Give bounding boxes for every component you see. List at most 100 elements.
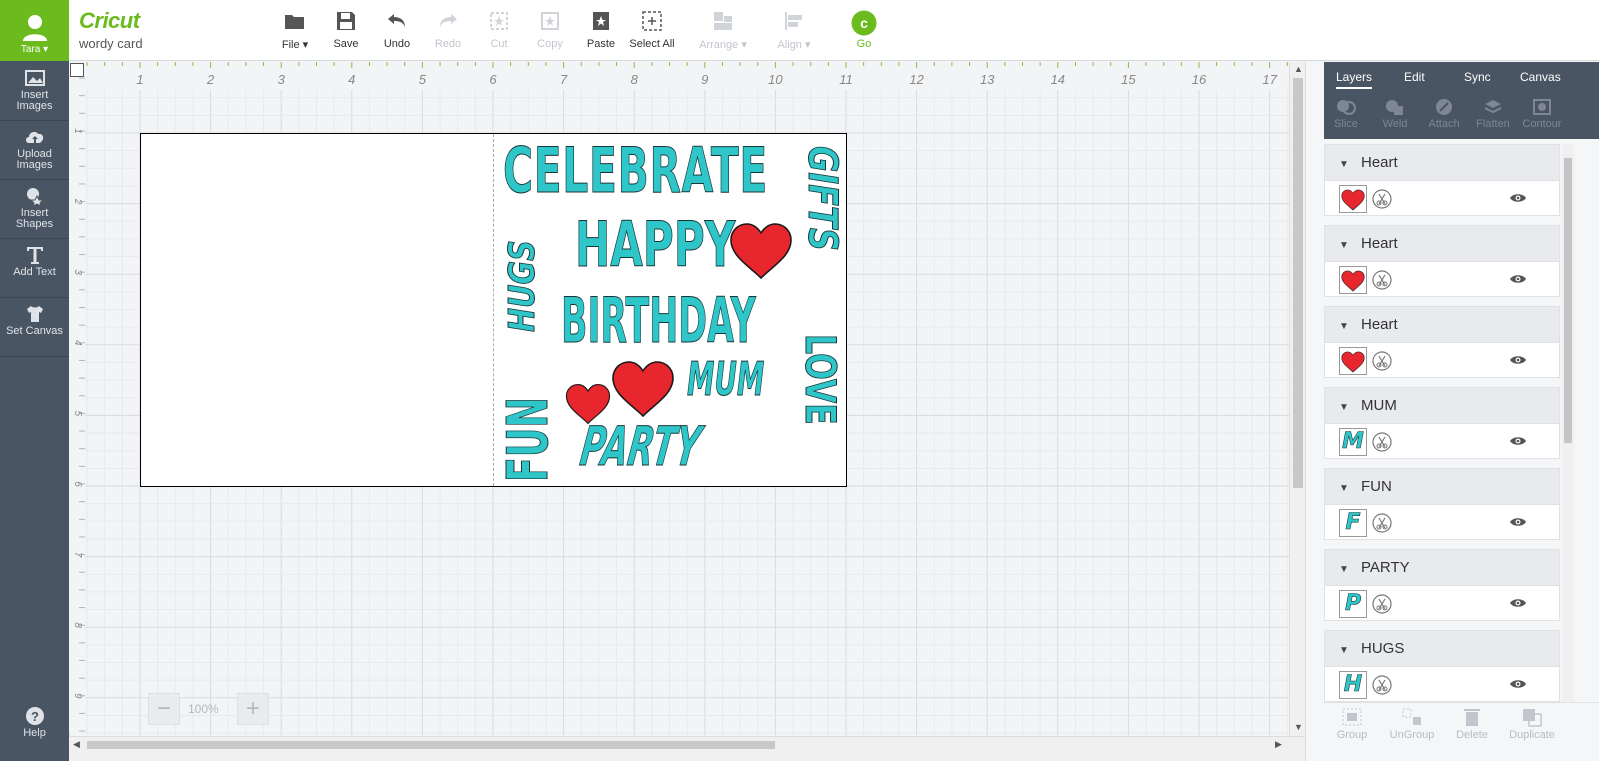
cut-icon xyxy=(490,12,508,30)
eye-icon[interactable] xyxy=(1509,678,1527,690)
attach-button[interactable]: Attach xyxy=(1419,98,1469,130)
flatten-button[interactable]: Flatten xyxy=(1468,98,1518,130)
slice-button[interactable]: Slice xyxy=(1321,98,1371,130)
scroll-thumb[interactable] xyxy=(87,741,775,749)
layer-item[interactable]: ▼ PARTY P xyxy=(1324,549,1560,630)
layer-header[interactable]: ▼ Heart xyxy=(1324,306,1560,342)
group-label: Group xyxy=(1336,729,1368,741)
layer-row[interactable]: M xyxy=(1324,423,1560,459)
cut-operation-icon[interactable] xyxy=(1372,432,1392,452)
layer-row[interactable]: F xyxy=(1324,504,1560,540)
group-button[interactable]: Group xyxy=(1322,707,1382,741)
layer-header[interactable]: ▼ PARTY xyxy=(1324,549,1560,585)
word-hugs[interactable]: HUGS xyxy=(502,240,544,333)
layer-row[interactable]: P xyxy=(1324,585,1560,621)
ruler-label: 1 xyxy=(72,128,83,134)
sidebar-insert-shapes[interactable]: Insert Shapes xyxy=(0,180,69,239)
cut-operation-icon[interactable] xyxy=(1372,594,1392,614)
sidebar-help[interactable]: ? Help xyxy=(0,700,69,761)
sidebar-insert-images[interactable]: Insert Images xyxy=(0,62,69,121)
scroll-thumb[interactable] xyxy=(1293,78,1303,488)
eye-icon[interactable] xyxy=(1509,192,1527,204)
cut-operation-icon[interactable] xyxy=(1372,189,1392,209)
cut-operation-icon[interactable] xyxy=(1372,513,1392,533)
layer-item[interactable]: ▼ Heart xyxy=(1324,144,1560,225)
word-mum[interactable]: MUM xyxy=(687,356,765,403)
caret-down-icon[interactable]: ▼ xyxy=(1339,483,1349,494)
caret-down-icon[interactable]: ▼ xyxy=(1339,240,1349,251)
caret-down-icon[interactable]: ▼ xyxy=(1339,402,1349,413)
ungroup-button[interactable]: UnGroup xyxy=(1382,707,1442,741)
eye-icon[interactable] xyxy=(1509,516,1527,528)
arrange-button[interactable]: Arrange ▾ xyxy=(693,10,753,51)
tab-sync[interactable]: Sync xyxy=(1464,70,1491,84)
heart-medium[interactable] xyxy=(611,358,675,420)
layer-row[interactable] xyxy=(1324,342,1560,378)
word-celebrate[interactable]: CELEBRATE xyxy=(503,139,768,202)
weld-button[interactable]: Weld xyxy=(1370,98,1420,130)
heart-small[interactable] xyxy=(565,382,611,426)
layer-item[interactable]: ▼ Heart xyxy=(1324,225,1560,306)
scroll-thumb[interactable] xyxy=(1564,158,1572,443)
layer-header[interactable]: ▼ Heart xyxy=(1324,144,1560,180)
canvas-horizontal-scrollbar[interactable]: ◀ ▶ xyxy=(69,736,1305,761)
sidebar-set-canvas[interactable]: Set Canvas xyxy=(0,298,69,357)
tab-edit[interactable]: Edit xyxy=(1404,70,1425,84)
sidebar-add-text[interactable]: Add Text xyxy=(0,239,69,298)
zoom-in-button[interactable]: + xyxy=(237,693,269,725)
eye-icon[interactable] xyxy=(1509,354,1527,366)
contour-button[interactable]: Contour xyxy=(1517,98,1567,130)
cut-operation-icon[interactable] xyxy=(1372,270,1392,290)
scroll-up-icon[interactable]: ▲ xyxy=(1294,64,1303,74)
user-menu[interactable]: Tara ▾ xyxy=(0,0,69,61)
layer-item[interactable]: ▼ Heart xyxy=(1324,306,1560,387)
caret-down-icon[interactable]: ▼ xyxy=(1339,645,1349,656)
ruler-label: 4 xyxy=(348,72,355,87)
zoom-out-button[interactable]: − xyxy=(148,693,180,725)
duplicate-button[interactable]: Duplicate xyxy=(1502,707,1562,741)
layer-header[interactable]: ▼ FUN xyxy=(1324,468,1560,504)
project-name[interactable]: wordy card xyxy=(79,36,143,51)
cut-operation-icon[interactable] xyxy=(1372,351,1392,371)
layer-header[interactable]: ▼ Heart xyxy=(1324,225,1560,261)
layers-scrollbar[interactable] xyxy=(1562,144,1574,756)
layer-header[interactable]: ▼ HUGS xyxy=(1324,630,1560,666)
scroll-right-icon[interactable]: ▶ xyxy=(1275,739,1282,750)
word-love[interactable]: LOVE xyxy=(796,334,846,426)
scroll-left-icon[interactable]: ◀ xyxy=(73,739,80,750)
word-party[interactable]: PARTY xyxy=(576,415,704,479)
layer-item[interactable]: ▼ HUGS H xyxy=(1324,630,1560,711)
go-button[interactable]: c Go xyxy=(834,10,894,50)
cut-operation-icon[interactable] xyxy=(1372,675,1392,695)
eye-icon[interactable] xyxy=(1509,273,1527,285)
layer-row[interactable] xyxy=(1324,261,1560,297)
layer-row[interactable]: H xyxy=(1324,666,1560,702)
layer-item[interactable]: ▼ FUN F xyxy=(1324,468,1560,549)
card-design[interactable]: CELEBRATE HAPPY BIRTHDAY HUGS GIFTS LOVE… xyxy=(140,133,847,487)
cricut-design-space: Tara ▾ Insert Images Upload Images Inser… xyxy=(0,0,1599,761)
sidebar-upload-images[interactable]: Upload Images xyxy=(0,121,69,180)
word-birthday[interactable]: BIRTHDAY xyxy=(561,289,756,352)
caret-down-icon[interactable]: ▼ xyxy=(1339,564,1349,575)
word-happy[interactable]: HAPPY xyxy=(575,213,736,276)
select-all-button[interactable]: Select All xyxy=(622,10,682,50)
align-button[interactable]: Align ▾ xyxy=(764,10,824,51)
layer-row[interactable] xyxy=(1324,180,1560,216)
scroll-down-icon[interactable]: ▼ xyxy=(1294,722,1303,732)
word-fun[interactable]: FUN xyxy=(496,397,562,483)
delete-button[interactable]: Delete xyxy=(1442,707,1502,741)
tab-layers[interactable]: Layers xyxy=(1336,70,1373,89)
caret-down-icon[interactable]: ▼ xyxy=(1339,159,1349,170)
eye-icon[interactable] xyxy=(1509,435,1527,447)
heart-large[interactable] xyxy=(729,222,793,280)
go-label: Go xyxy=(856,38,872,50)
word-gifts[interactable]: GIFTS xyxy=(799,146,846,252)
layer-header[interactable]: ▼ MUM xyxy=(1324,387,1560,423)
canvas-vertical-scrollbar[interactable]: ▲ ▼ xyxy=(1289,62,1305,736)
eye-icon[interactable] xyxy=(1509,597,1527,609)
tab-canvas[interactable]: Canvas xyxy=(1520,70,1561,84)
caret-down-icon[interactable]: ▼ xyxy=(1339,321,1349,332)
weld-icon xyxy=(1386,100,1403,115)
layer-item[interactable]: ▼ MUM M xyxy=(1324,387,1560,468)
sidebar-label: Images xyxy=(16,100,53,112)
